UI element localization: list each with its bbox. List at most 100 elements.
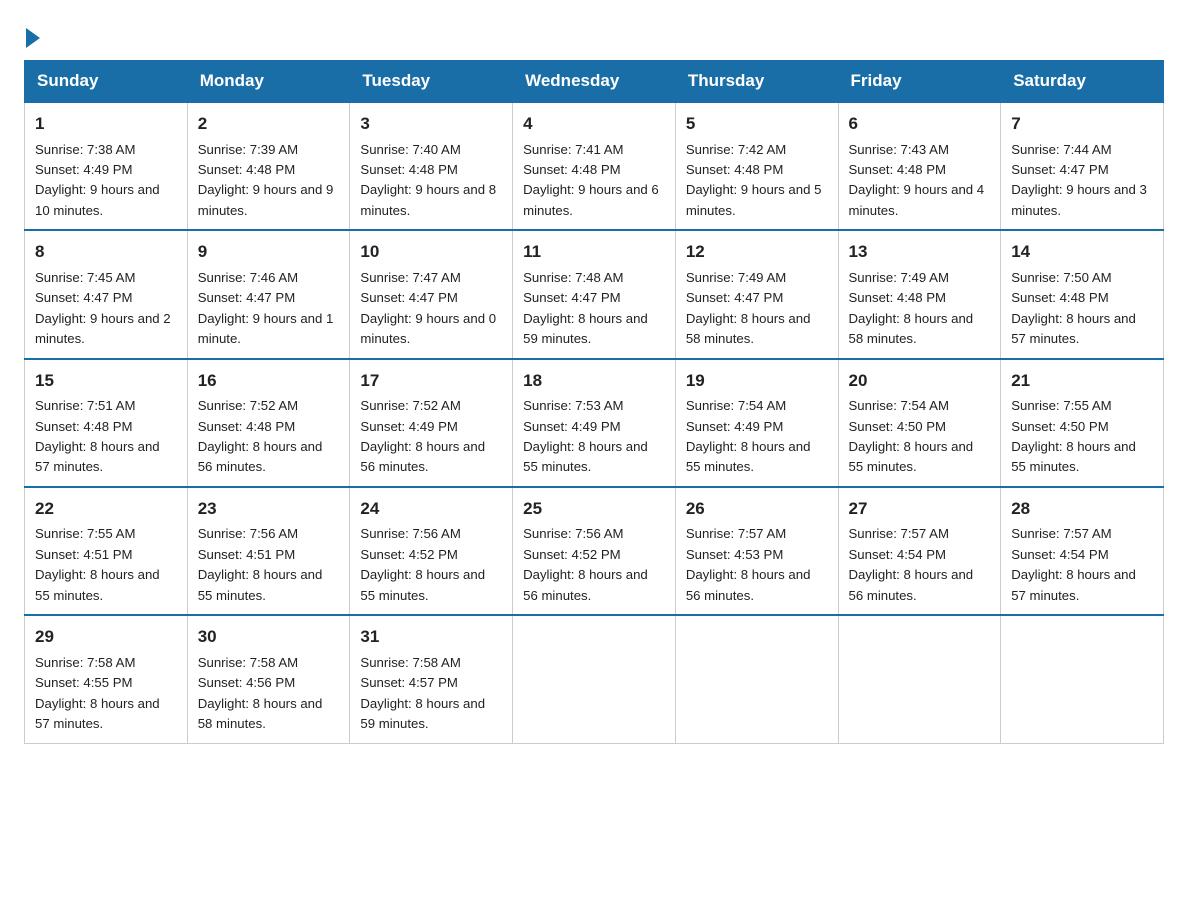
calendar-cell — [1001, 615, 1164, 743]
day-info: Sunrise: 7:56 AMSunset: 4:52 PMDaylight:… — [523, 526, 648, 602]
calendar-cell: 30 Sunrise: 7:58 AMSunset: 4:56 PMDaylig… — [187, 615, 350, 743]
col-header-thursday: Thursday — [675, 61, 838, 103]
calendar-cell: 2 Sunrise: 7:39 AMSunset: 4:48 PMDayligh… — [187, 102, 350, 230]
calendar-cell: 3 Sunrise: 7:40 AMSunset: 4:48 PMDayligh… — [350, 102, 513, 230]
calendar-week-row: 29 Sunrise: 7:58 AMSunset: 4:55 PMDaylig… — [25, 615, 1164, 743]
calendar-cell: 4 Sunrise: 7:41 AMSunset: 4:48 PMDayligh… — [513, 102, 676, 230]
calendar-cell: 12 Sunrise: 7:49 AMSunset: 4:47 PMDaylig… — [675, 230, 838, 358]
day-number: 2 — [198, 111, 340, 137]
day-info: Sunrise: 7:42 AMSunset: 4:48 PMDaylight:… — [686, 142, 822, 218]
day-number: 21 — [1011, 368, 1153, 394]
day-info: Sunrise: 7:49 AMSunset: 4:47 PMDaylight:… — [686, 270, 811, 346]
calendar-cell: 16 Sunrise: 7:52 AMSunset: 4:48 PMDaylig… — [187, 359, 350, 487]
calendar-week-row: 8 Sunrise: 7:45 AMSunset: 4:47 PMDayligh… — [25, 230, 1164, 358]
day-number: 8 — [35, 239, 177, 265]
day-info: Sunrise: 7:47 AMSunset: 4:47 PMDaylight:… — [360, 270, 496, 346]
day-info: Sunrise: 7:55 AMSunset: 4:50 PMDaylight:… — [1011, 398, 1136, 474]
day-info: Sunrise: 7:39 AMSunset: 4:48 PMDaylight:… — [198, 142, 334, 218]
day-info: Sunrise: 7:57 AMSunset: 4:54 PMDaylight:… — [849, 526, 974, 602]
col-header-friday: Friday — [838, 61, 1001, 103]
calendar-cell: 8 Sunrise: 7:45 AMSunset: 4:47 PMDayligh… — [25, 230, 188, 358]
calendar-cell: 18 Sunrise: 7:53 AMSunset: 4:49 PMDaylig… — [513, 359, 676, 487]
day-number: 5 — [686, 111, 828, 137]
day-number: 12 — [686, 239, 828, 265]
day-number: 6 — [849, 111, 991, 137]
day-number: 22 — [35, 496, 177, 522]
calendar-cell: 27 Sunrise: 7:57 AMSunset: 4:54 PMDaylig… — [838, 487, 1001, 615]
logo — [24, 24, 40, 44]
calendar-cell: 6 Sunrise: 7:43 AMSunset: 4:48 PMDayligh… — [838, 102, 1001, 230]
calendar-table: SundayMondayTuesdayWednesdayThursdayFrid… — [24, 60, 1164, 744]
day-info: Sunrise: 7:58 AMSunset: 4:56 PMDaylight:… — [198, 655, 323, 731]
calendar-cell: 10 Sunrise: 7:47 AMSunset: 4:47 PMDaylig… — [350, 230, 513, 358]
day-info: Sunrise: 7:45 AMSunset: 4:47 PMDaylight:… — [35, 270, 171, 346]
day-info: Sunrise: 7:56 AMSunset: 4:52 PMDaylight:… — [360, 526, 485, 602]
calendar-cell: 25 Sunrise: 7:56 AMSunset: 4:52 PMDaylig… — [513, 487, 676, 615]
page-header — [24, 24, 1164, 44]
calendar-cell: 19 Sunrise: 7:54 AMSunset: 4:49 PMDaylig… — [675, 359, 838, 487]
calendar-cell: 22 Sunrise: 7:55 AMSunset: 4:51 PMDaylig… — [25, 487, 188, 615]
calendar-cell: 13 Sunrise: 7:49 AMSunset: 4:48 PMDaylig… — [838, 230, 1001, 358]
calendar-header-row: SundayMondayTuesdayWednesdayThursdayFrid… — [25, 61, 1164, 103]
day-number: 4 — [523, 111, 665, 137]
day-info: Sunrise: 7:58 AMSunset: 4:57 PMDaylight:… — [360, 655, 485, 731]
col-header-wednesday: Wednesday — [513, 61, 676, 103]
day-info: Sunrise: 7:53 AMSunset: 4:49 PMDaylight:… — [523, 398, 648, 474]
day-number: 11 — [523, 239, 665, 265]
day-number: 19 — [686, 368, 828, 394]
day-number: 14 — [1011, 239, 1153, 265]
day-number: 17 — [360, 368, 502, 394]
day-info: Sunrise: 7:57 AMSunset: 4:53 PMDaylight:… — [686, 526, 811, 602]
day-info: Sunrise: 7:56 AMSunset: 4:51 PMDaylight:… — [198, 526, 323, 602]
col-header-sunday: Sunday — [25, 61, 188, 103]
calendar-cell: 14 Sunrise: 7:50 AMSunset: 4:48 PMDaylig… — [1001, 230, 1164, 358]
day-info: Sunrise: 7:38 AMSunset: 4:49 PMDaylight:… — [35, 142, 160, 218]
day-info: Sunrise: 7:50 AMSunset: 4:48 PMDaylight:… — [1011, 270, 1136, 346]
day-info: Sunrise: 7:58 AMSunset: 4:55 PMDaylight:… — [35, 655, 160, 731]
day-info: Sunrise: 7:43 AMSunset: 4:48 PMDaylight:… — [849, 142, 985, 218]
day-info: Sunrise: 7:52 AMSunset: 4:48 PMDaylight:… — [198, 398, 323, 474]
day-number: 24 — [360, 496, 502, 522]
day-number: 9 — [198, 239, 340, 265]
day-number: 23 — [198, 496, 340, 522]
calendar-cell: 28 Sunrise: 7:57 AMSunset: 4:54 PMDaylig… — [1001, 487, 1164, 615]
day-info: Sunrise: 7:51 AMSunset: 4:48 PMDaylight:… — [35, 398, 160, 474]
day-number: 25 — [523, 496, 665, 522]
calendar-cell: 15 Sunrise: 7:51 AMSunset: 4:48 PMDaylig… — [25, 359, 188, 487]
calendar-cell: 17 Sunrise: 7:52 AMSunset: 4:49 PMDaylig… — [350, 359, 513, 487]
calendar-week-row: 15 Sunrise: 7:51 AMSunset: 4:48 PMDaylig… — [25, 359, 1164, 487]
day-info: Sunrise: 7:41 AMSunset: 4:48 PMDaylight:… — [523, 142, 659, 218]
col-header-tuesday: Tuesday — [350, 61, 513, 103]
calendar-week-row: 22 Sunrise: 7:55 AMSunset: 4:51 PMDaylig… — [25, 487, 1164, 615]
calendar-cell: 26 Sunrise: 7:57 AMSunset: 4:53 PMDaylig… — [675, 487, 838, 615]
day-number: 15 — [35, 368, 177, 394]
day-number: 26 — [686, 496, 828, 522]
col-header-saturday: Saturday — [1001, 61, 1164, 103]
day-info: Sunrise: 7:49 AMSunset: 4:48 PMDaylight:… — [849, 270, 974, 346]
day-number: 28 — [1011, 496, 1153, 522]
day-info: Sunrise: 7:57 AMSunset: 4:54 PMDaylight:… — [1011, 526, 1136, 602]
day-info: Sunrise: 7:46 AMSunset: 4:47 PMDaylight:… — [198, 270, 334, 346]
calendar-cell: 29 Sunrise: 7:58 AMSunset: 4:55 PMDaylig… — [25, 615, 188, 743]
day-number: 20 — [849, 368, 991, 394]
calendar-cell: 9 Sunrise: 7:46 AMSunset: 4:47 PMDayligh… — [187, 230, 350, 358]
day-info: Sunrise: 7:52 AMSunset: 4:49 PMDaylight:… — [360, 398, 485, 474]
calendar-cell: 7 Sunrise: 7:44 AMSunset: 4:47 PMDayligh… — [1001, 102, 1164, 230]
calendar-cell — [675, 615, 838, 743]
logo-arrow-icon — [26, 28, 40, 48]
day-number: 3 — [360, 111, 502, 137]
day-number: 27 — [849, 496, 991, 522]
calendar-cell: 21 Sunrise: 7:55 AMSunset: 4:50 PMDaylig… — [1001, 359, 1164, 487]
calendar-week-row: 1 Sunrise: 7:38 AMSunset: 4:49 PMDayligh… — [25, 102, 1164, 230]
calendar-cell: 5 Sunrise: 7:42 AMSunset: 4:48 PMDayligh… — [675, 102, 838, 230]
calendar-cell: 1 Sunrise: 7:38 AMSunset: 4:49 PMDayligh… — [25, 102, 188, 230]
day-info: Sunrise: 7:40 AMSunset: 4:48 PMDaylight:… — [360, 142, 496, 218]
calendar-cell: 11 Sunrise: 7:48 AMSunset: 4:47 PMDaylig… — [513, 230, 676, 358]
day-number: 10 — [360, 239, 502, 265]
calendar-cell: 20 Sunrise: 7:54 AMSunset: 4:50 PMDaylig… — [838, 359, 1001, 487]
day-number: 13 — [849, 239, 991, 265]
day-info: Sunrise: 7:55 AMSunset: 4:51 PMDaylight:… — [35, 526, 160, 602]
calendar-cell: 23 Sunrise: 7:56 AMSunset: 4:51 PMDaylig… — [187, 487, 350, 615]
col-header-monday: Monday — [187, 61, 350, 103]
day-info: Sunrise: 7:54 AMSunset: 4:50 PMDaylight:… — [849, 398, 974, 474]
